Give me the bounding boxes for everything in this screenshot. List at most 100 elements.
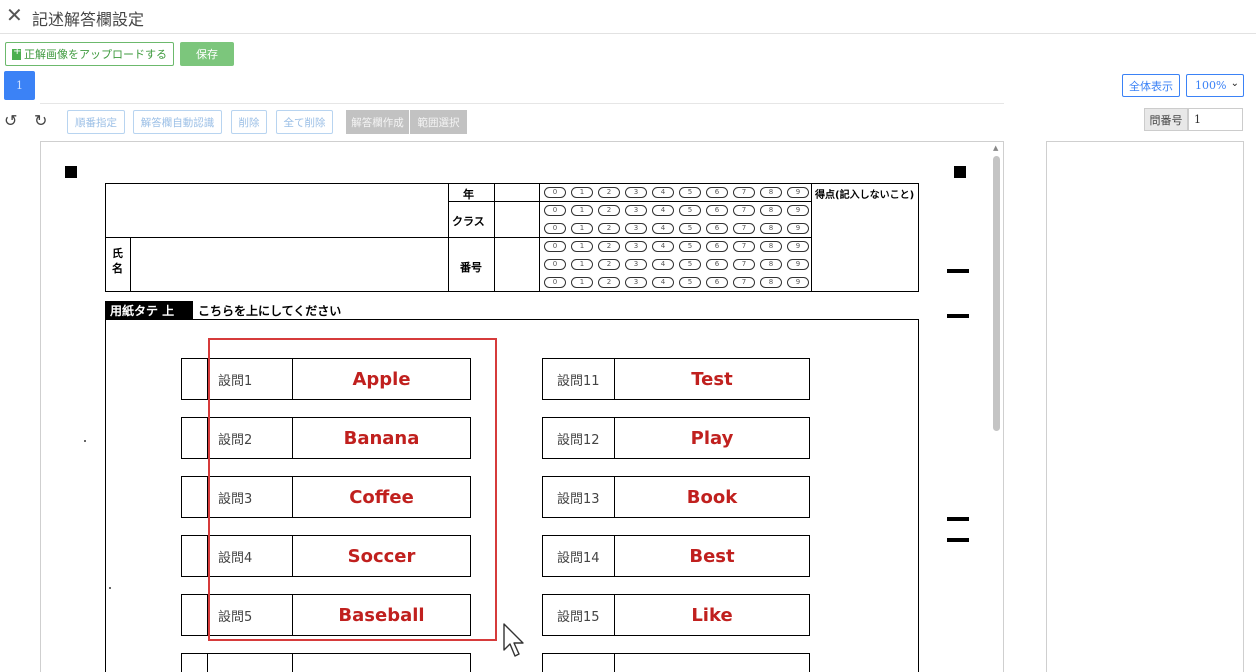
student-info-table: 年 クラス 番号 氏名 得点(記入しないこと) 0123456789012345… <box>105 183 919 292</box>
bubble-digit: 9 <box>787 187 809 198</box>
answer-text: Test <box>691 368 733 390</box>
bubble-digit: 0 <box>544 241 566 252</box>
answer-text: Book <box>686 486 738 508</box>
save-button[interactable]: 保存 <box>180 42 234 66</box>
bubble-digit: 1 <box>571 277 593 288</box>
answer-text: Like <box>691 604 733 626</box>
timing-mark <box>947 538 969 542</box>
registration-mark <box>65 166 77 178</box>
question-label: 設問11 <box>557 373 600 389</box>
bubble-row: 0123456789 <box>544 223 809 234</box>
answer-text: Best <box>689 545 735 567</box>
bubble-digit: 5 <box>679 223 701 234</box>
answer-field[interactable]: 設問15 Like <box>542 594 810 636</box>
bubble-digit: 7 <box>733 223 755 234</box>
answer-field[interactable] <box>542 653 810 672</box>
question-label: 設問15 <box>557 609 600 625</box>
score-label: 得点(記入しないこと) <box>815 190 915 201</box>
bubble-digit: 1 <box>571 241 593 252</box>
bubble-digit: 6 <box>706 277 728 288</box>
scrollbar-thumb[interactable] <box>993 156 1000 431</box>
bubble-row: 0123456789 <box>544 259 809 270</box>
timing-mark <box>947 269 969 273</box>
zoom-select[interactable]: 100% ⌄ <box>1186 74 1244 97</box>
bubble-digit: 2 <box>598 241 620 252</box>
upload-answer-image-button[interactable]: 正解画像をアップロードする <box>5 42 174 66</box>
page-tab-1[interactable]: 1 <box>4 71 35 100</box>
bubble-digit: 6 <box>706 223 728 234</box>
bubble-row: 0123456789 <box>544 277 809 288</box>
bubble-digit: 1 <box>571 187 593 198</box>
bubble-digit: 7 <box>733 187 755 198</box>
question-number-input[interactable]: 1 <box>1188 108 1243 131</box>
answer-field[interactable]: 設問12 Play <box>542 417 810 459</box>
bubble-digit: 8 <box>760 205 782 216</box>
close-icon[interactable]: ✕ <box>6 4 23 26</box>
upload-button-label: 正解画像をアップロードする <box>24 48 167 61</box>
range-select-button[interactable]: 範囲選択 <box>410 110 467 134</box>
bubble-digit: 3 <box>625 259 647 270</box>
auto-detect-button[interactable]: 解答欄自動認識 <box>133 110 222 134</box>
scroll-up-icon[interactable]: ▲ <box>993 144 998 152</box>
question-label: 設問13 <box>557 491 600 507</box>
bubble-digit: 3 <box>625 205 647 216</box>
orientation-text: こちらを上にしてください <box>198 304 342 318</box>
registration-mark <box>954 166 966 178</box>
chevron-down-icon: ⌄ <box>1230 78 1239 89</box>
create-field-button[interactable]: 解答欄作成 <box>346 110 409 134</box>
question-label: 設問12 <box>557 432 600 448</box>
bubble-digit: 0 <box>544 223 566 234</box>
delete-all-button[interactable]: 全て削除 <box>276 110 333 134</box>
bubble-digit: 3 <box>625 223 647 234</box>
bubble-digit: 6 <box>706 205 728 216</box>
bubble-digit: 8 <box>760 241 782 252</box>
show-all-button[interactable]: 全体表示 <box>1122 74 1180 97</box>
bubble-digit: 5 <box>679 187 701 198</box>
number-label: 番号 <box>460 261 482 274</box>
bubble-digit: 4 <box>652 259 674 270</box>
bubble-digit: 4 <box>652 205 674 216</box>
bubble-digit: 9 <box>787 241 809 252</box>
question-number-label: 問番号 <box>1144 108 1188 131</box>
answer-text: Play <box>690 427 734 449</box>
redo-icon[interactable]: ↻ <box>34 111 47 130</box>
window-title: 記述解答欄設定 <box>32 10 145 29</box>
bubble-digit: 2 <box>598 277 620 288</box>
bubble-digit: 2 <box>598 259 620 270</box>
title-bar: ✕ 記述解答欄設定 <box>0 0 1256 34</box>
bubble-digit: 7 <box>733 205 755 216</box>
order-button[interactable]: 順番指定 <box>67 110 125 134</box>
bubble-digit: 8 <box>760 187 782 198</box>
vertical-scrollbar[interactable]: ▲ <box>990 141 1004 672</box>
bubble-digit: 2 <box>598 223 620 234</box>
bubble-digit: 8 <box>760 277 782 288</box>
timing-mark <box>947 517 969 521</box>
bubble-digit: 2 <box>598 205 620 216</box>
bubble-digit: 0 <box>544 259 566 270</box>
bubble-digit: 3 <box>625 187 647 198</box>
answer-field[interactable]: 設問14 Best <box>542 535 810 577</box>
bubble-digit: 2 <box>598 187 620 198</box>
delete-button[interactable]: 削除 <box>231 110 267 134</box>
bubble-row: 0123456789 <box>544 205 809 216</box>
answer-field[interactable]: 設問13 Book <box>542 476 810 518</box>
bubble-digit: 8 <box>760 223 782 234</box>
selection-rectangle[interactable] <box>208 338 497 641</box>
dot-mark <box>84 440 86 442</box>
answer-field[interactable]: 設問11 Test <box>542 358 810 400</box>
class-label: クラス <box>452 215 485 228</box>
answer-field[interactable] <box>181 653 471 672</box>
bubble-digit: 9 <box>787 277 809 288</box>
answer-sheet-canvas[interactable]: 年 クラス 番号 氏名 得点(記入しないこと) 0123456789012345… <box>40 141 990 672</box>
bubble-digit: 7 <box>733 259 755 270</box>
question-label: 設問14 <box>557 550 600 566</box>
undo-icon[interactable]: ↺ <box>4 111 17 130</box>
bubble-digit: 1 <box>571 205 593 216</box>
toolbar-divider <box>40 103 1004 104</box>
bubble-row: 0123456789 <box>544 241 809 252</box>
bubble-digit: 6 <box>706 259 728 270</box>
bubble-digit: 5 <box>679 205 701 216</box>
mouse-cursor-icon <box>503 623 524 657</box>
bubble-digit: 4 <box>652 277 674 288</box>
bubble-digit: 9 <box>787 259 809 270</box>
